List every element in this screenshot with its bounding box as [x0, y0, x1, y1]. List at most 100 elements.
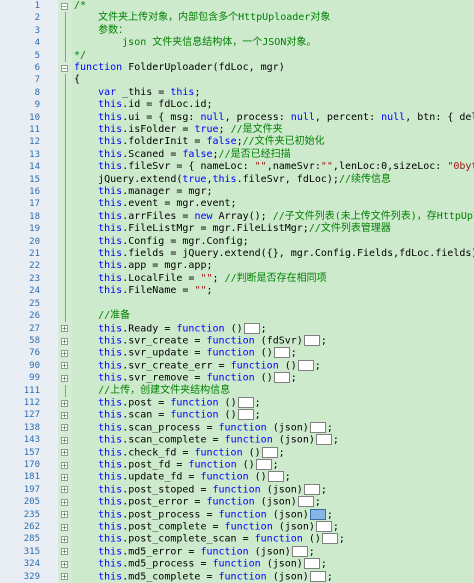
- expand-icon[interactable]: +: [61, 560, 68, 568]
- collapsed-block-icon[interactable]: [303, 483, 320, 495]
- code-text[interactable]: this.md5_complete = function (json);: [74, 570, 333, 583]
- collapsed-block-icon[interactable]: [243, 322, 260, 334]
- code-text[interactable]: 参数：: [74, 25, 128, 37]
- code-line[interactable]: 23 this.LocalFile = ""; //判断是否存在相同项: [0, 272, 474, 286]
- code-line[interactable]: 10 this.ui = { msg: null, process: null,…: [0, 111, 474, 125]
- collapsed-block-icon[interactable]: [321, 533, 338, 545]
- code-text[interactable]: this.folderInit = false;//文件夹已初始化: [74, 136, 325, 148]
- code-line[interactable]: 19 this.FileListMgr = mgr.FileListMgr;//…: [0, 223, 474, 236]
- expand-icon[interactable]: +: [61, 498, 68, 506]
- code-text[interactable]: this.ui = { msg: null, process: null, pe…: [74, 112, 474, 124]
- collapsed-block-icon[interactable]: [255, 458, 272, 470]
- expand-icon[interactable]: +: [61, 461, 68, 469]
- code-line[interactable]: 20 this.Config = mgr.Config;: [0, 235, 474, 249]
- code-text[interactable]: jQuery.extend(true,this.fileSvr, fdLoc);…: [74, 174, 391, 186]
- code-line[interactable]: 181 + this.update_fd = function ();: [0, 471, 474, 483]
- code-text[interactable]: this.svr_update = function ();: [74, 347, 297, 360]
- code-line[interactable]: 99 + this.svr_remove = function ();: [0, 372, 474, 384]
- code-text[interactable]: this.check_fd = function ();: [74, 446, 285, 460]
- collapse-icon[interactable]: −: [61, 64, 68, 72]
- code-text[interactable]: this.LocalFile = ""; //判断是否存在相同项: [74, 273, 327, 285]
- collapsed-block-icon[interactable]: [273, 347, 290, 359]
- code-line[interactable]: 143 + this.scan_complete = function (json…: [0, 434, 474, 446]
- code-line[interactable]: 25: [0, 297, 474, 311]
- code-line[interactable]: 16 this.manager = mgr;: [0, 186, 474, 199]
- code-line[interactable]: 14 this.fileSvr = { nameLoc: "",nameSvr:…: [0, 161, 474, 174]
- code-line[interactable]: 8 var _this = this;: [0, 86, 474, 100]
- code-text[interactable]: this.post_error = function (json);: [74, 496, 321, 509]
- code-line[interactable]: 4 json 文件夹信息结构体，一个JSON对象。: [0, 37, 474, 50]
- code-line[interactable]: 1 −/*: [0, 0, 474, 12]
- code-line[interactable]: 9 this.id = fdLoc.id;: [0, 99, 474, 112]
- code-line[interactable]: 21 this.fields = jQuery.extend({}, mgr.C…: [0, 248, 474, 261]
- code-text[interactable]: this.FileListMgr = mgr.FileListMgr;//文件列…: [74, 223, 391, 235]
- collapsed-block-icon[interactable]: [237, 409, 254, 421]
- code-text[interactable]: 文件夹上传对象，内部包含多个HttpUploader对象: [74, 12, 330, 24]
- code-text[interactable]: this.isFolder = true; //是文件夹: [74, 124, 283, 136]
- code-line[interactable]: 329 + this.md5_complete = function (json)…: [0, 570, 474, 583]
- code-text[interactable]: this.fileSvr = { nameLoc: "",nameSvr:"",…: [74, 161, 474, 173]
- code-line[interactable]: 27 + this.Ready = function ();: [0, 322, 474, 336]
- code-text[interactable]: this.post_fd = function ();: [74, 458, 279, 472]
- expand-icon[interactable]: +: [61, 337, 68, 345]
- expand-icon[interactable]: +: [61, 486, 68, 494]
- code-text[interactable]: this.post = function ();: [74, 396, 261, 410]
- collapsed-block-icon[interactable]: [303, 558, 320, 570]
- collapsed-block-icon[interactable]: [297, 359, 314, 371]
- code-line[interactable]: 24 this.FileName = "";: [0, 285, 474, 298]
- collapsed-block-icon[interactable]: [309, 570, 326, 582]
- expand-icon[interactable]: +: [61, 536, 68, 544]
- code-text[interactable]: this.scan_process = function (json);: [74, 421, 333, 435]
- code-text[interactable]: this.fields = jQuery.extend({}, mgr.Conf…: [74, 248, 474, 260]
- code-text[interactable]: /*: [74, 0, 86, 12]
- expand-icon[interactable]: +: [61, 424, 68, 432]
- code-text[interactable]: //准备: [74, 310, 130, 322]
- collapse-icon[interactable]: −: [61, 2, 68, 10]
- collapsed-block-icon[interactable]: [303, 334, 320, 346]
- code-line[interactable]: 315 + this.md5_error = function (json);: [0, 545, 474, 559]
- expand-icon[interactable]: +: [61, 399, 68, 407]
- code-line[interactable]: 112 + this.post = function ();: [0, 396, 474, 410]
- expand-icon[interactable]: +: [61, 362, 68, 370]
- code-text[interactable]: this.app = mgr.app;: [74, 260, 212, 272]
- code-text[interactable]: function FolderUploader(fdLoc, mgr): [74, 62, 285, 74]
- code-text[interactable]: this.arrFiles = new Array(); //子文件列表(未上传…: [74, 211, 474, 223]
- code-line[interactable]: 111 //上传，创建文件夹结构信息: [0, 384, 474, 397]
- code-text[interactable]: this.svr_remove = function ();: [74, 372, 297, 385]
- code-text[interactable]: this.post_complete_scan = function ();: [74, 533, 345, 546]
- collapsed-block-icon[interactable]: [309, 421, 326, 433]
- code-text[interactable]: this.svr_create_err = function ();: [74, 359, 321, 373]
- expand-icon[interactable]: +: [61, 449, 68, 457]
- code-line[interactable]: 26 //准备: [0, 310, 474, 323]
- code-line[interactable]: 324 + this.md5_process = function (json);: [0, 558, 474, 570]
- code-line[interactable]: 197 + this.post_stoped = function (json);: [0, 483, 474, 497]
- code-text[interactable]: this.FileName = "";: [74, 285, 212, 297]
- code-line[interactable]: 90 + this.svr_create_err = function ();: [0, 359, 474, 373]
- code-text[interactable]: this.md5_process = function (json);: [74, 558, 327, 571]
- code-text[interactable]: this.md5_error = function (json);: [74, 545, 315, 559]
- code-line[interactable]: 18 this.arrFiles = new Array(); //子文件列表(…: [0, 210, 474, 224]
- code-text[interactable]: //上传，创建文件夹结构信息: [74, 385, 230, 397]
- expand-icon[interactable]: +: [61, 436, 68, 444]
- expand-icon[interactable]: +: [61, 511, 68, 519]
- code-line[interactable]: 170 + this.post_fd = function ();: [0, 458, 474, 472]
- code-editor[interactable]: 1−/* 2 文件夹上传对象，内部包含多个HttpUploader对象 3 参数： 4…: [0, 0, 474, 583]
- code-text[interactable]: this.post_stoped = function (json);: [74, 483, 327, 497]
- code-line[interactable]: 5 */: [0, 49, 474, 62]
- code-text[interactable]: {: [74, 74, 80, 86]
- collapsed-block-icon[interactable]: [297, 496, 314, 508]
- code-line[interactable]: 127 + this.scan = function ();: [0, 409, 474, 421]
- expand-icon[interactable]: +: [61, 412, 68, 420]
- code-line[interactable]: 157 + this.check_fd = function ();: [0, 446, 474, 460]
- code-text[interactable]: this.scan = function ();: [74, 409, 261, 422]
- code-line[interactable]: 11 this.isFolder = true; //是文件夹: [0, 124, 474, 137]
- code-text[interactable]: this.Ready = function ();: [74, 322, 267, 336]
- expand-icon[interactable]: +: [61, 474, 68, 482]
- code-line[interactable]: 7{: [0, 74, 474, 87]
- code-text[interactable]: this.Config = mgr.Config;: [74, 236, 249, 248]
- expand-icon[interactable]: +: [61, 325, 68, 333]
- code-line[interactable]: 6 − function FolderUploader(fdLoc, mgr): [0, 62, 474, 74]
- collapsed-block-icon[interactable]: [315, 434, 332, 446]
- expand-icon[interactable]: +: [61, 548, 68, 556]
- collapsed-block-icon[interactable]: [309, 508, 326, 520]
